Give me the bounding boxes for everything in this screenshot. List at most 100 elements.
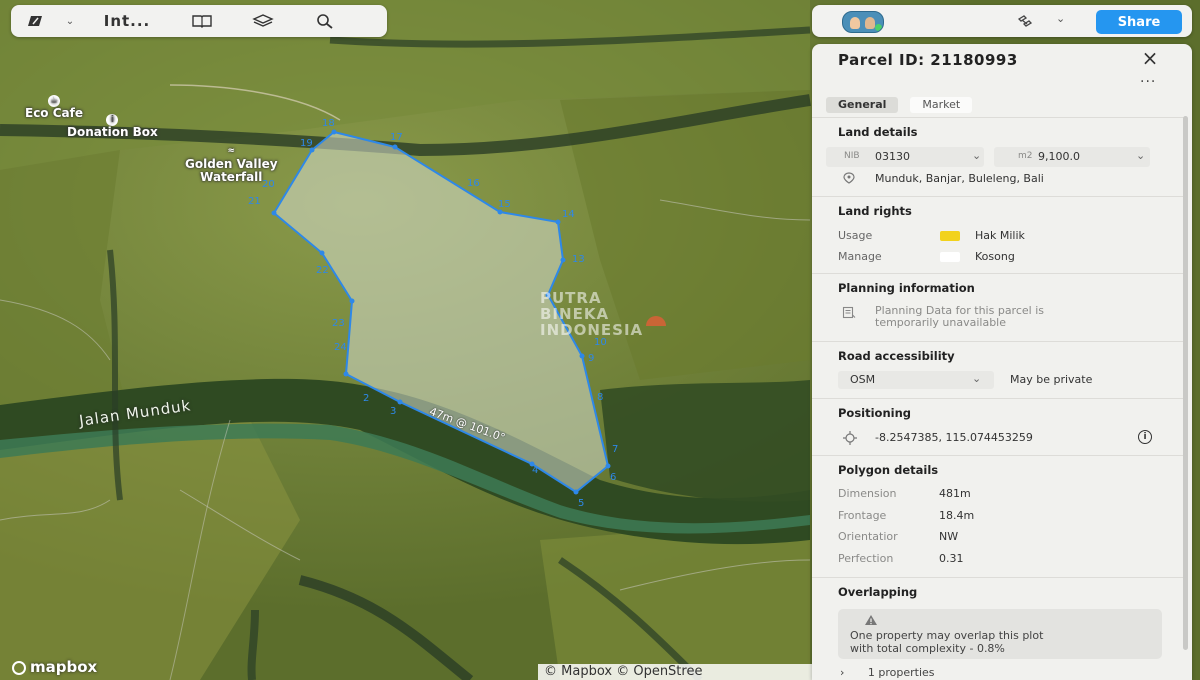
vertex-label: 18 [322, 118, 335, 129]
usage-label: Usage [838, 229, 873, 242]
watermark-text: INDONESIA [540, 321, 644, 339]
area-select[interactable]: m2 9,100.0 ⌄ [994, 147, 1150, 167]
section-heading: Planning information [838, 281, 975, 295]
manage-color-swatch [940, 252, 960, 262]
road-source-value: OSM [850, 373, 876, 386]
section-heading: Land rights [838, 204, 912, 218]
tab-market[interactable]: Market [910, 97, 973, 113]
chevron-down-icon: ⌄ [1136, 149, 1146, 162]
book-icon [192, 15, 212, 28]
library-button[interactable] [173, 5, 231, 37]
document-icon [842, 306, 856, 319]
planning-message-line: temporarily unavailable [875, 316, 1007, 329]
poi-label: Golden Valley Waterfall [185, 157, 278, 184]
layers-icon [252, 14, 274, 27]
planning-message: Planning Data for this parcel is tempora… [875, 305, 1044, 329]
manage-label: Manage [838, 250, 882, 263]
vertex-label: 2 [363, 393, 369, 404]
panel-title: Parcel ID: 21180993 [838, 51, 1018, 69]
overlap-warning-line: with total complexity - 0.8% [850, 642, 1005, 655]
draw-tool-dropdown[interactable]: ⌄ [59, 5, 81, 37]
section-land-rights: Land rights Usage Hak Milik Manage Koson… [812, 196, 1184, 274]
polygon-row-label: Dimension [838, 487, 897, 500]
section-heading: Land details [838, 125, 918, 139]
map-attribution[interactable]: © Mapbox © OpenStree [538, 664, 812, 680]
section-heading: Road accessibility [838, 349, 955, 363]
info-icon: i [106, 113, 119, 126]
parcel-details-panel: Parcel ID: 21180993 × ··· General Market… [812, 44, 1192, 680]
area-unit: m2 [1018, 151, 1033, 161]
polygon-row-value: NW [939, 530, 959, 543]
poi-waterfall[interactable]: ≈ Golden Valley Waterfall [185, 145, 278, 184]
vertex-label: 8 [597, 392, 603, 403]
polygon-row-value: 481m [939, 487, 971, 500]
vertex-label: 24 [334, 342, 347, 353]
location-text: Munduk, Banjar, Buleleng, Bali [875, 172, 1044, 185]
poi-label: Donation Box [67, 125, 158, 139]
mapbox-icon [12, 661, 26, 675]
search-button[interactable] [295, 5, 355, 37]
chevron-right-icon: › [840, 666, 845, 679]
draw-tool-button[interactable] [11, 5, 59, 37]
project-title[interactable]: Int... [81, 5, 173, 37]
section-road-accessibility: Road accessibility OSM ⌄ May be private [812, 341, 1184, 399]
vertex-label: 17 [390, 132, 403, 143]
usage-value: Hak Milik [975, 229, 1025, 242]
usage-color-swatch [940, 231, 960, 241]
poi-donation-box[interactable]: i Donation Box [67, 113, 158, 139]
map-toolbar: ⌄ Int... [11, 5, 387, 37]
overlap-properties-toggle[interactable]: › 1 properties [840, 666, 935, 679]
chevron-down-icon: ⌄ [65, 15, 75, 27]
info-icon: i [1143, 432, 1147, 442]
vertex-label: 19 [300, 138, 313, 149]
info-button[interactable]: i [1138, 430, 1152, 444]
vertex-label: 4 [532, 465, 538, 476]
avatar[interactable] [842, 11, 884, 33]
draw-icon [28, 16, 42, 26]
watermark-text: BINEKA [540, 305, 610, 323]
panel-scrollbar[interactable] [1183, 116, 1188, 650]
nib-select[interactable]: NIB 03130 ⌄ [826, 147, 984, 167]
share-button[interactable]: Share [1096, 10, 1182, 34]
satellite-style-button[interactable] [1016, 13, 1034, 33]
nib-label: NIB [844, 151, 860, 161]
vertex-label: 23 [332, 318, 345, 329]
watermark-text: PUTRA [540, 289, 602, 307]
panel-tabs: General Market [826, 97, 973, 113]
satellite-icon [1017, 15, 1033, 27]
vertex-label: 16 [467, 178, 480, 189]
online-status-icon [875, 24, 882, 31]
section-heading: Polygon details [838, 463, 939, 477]
vertex-label: 9 [588, 353, 594, 364]
close-icon: × [1141, 46, 1159, 70]
mapbox-logo-text: mapbox [30, 658, 98, 676]
chevron-down-icon: ⌄ [1056, 12, 1066, 25]
section-planning-information: Planning information Planning Data for t… [812, 273, 1184, 342]
manage-value: Kosong [975, 250, 1015, 263]
layers-button[interactable] [231, 5, 295, 37]
more-icon: ··· [1140, 74, 1157, 90]
road-source-select[interactable]: OSM ⌄ [838, 371, 994, 389]
warning-icon [865, 615, 877, 625]
top-right-bar: ⌄ Share [812, 5, 1192, 37]
chevron-down-icon: ⌄ [972, 149, 982, 162]
location-pin-icon [843, 172, 855, 184]
cafe-icon: ☕ [48, 94, 60, 107]
close-button[interactable]: × [1140, 48, 1160, 68]
polygon-row-label: Frontage [838, 509, 887, 522]
area-value: 9,100.0 [1038, 150, 1080, 163]
section-positioning: Positioning -8.2547385, 115.074453259 i [812, 398, 1184, 456]
more-options-button[interactable]: ··· [1140, 74, 1156, 90]
coordinates[interactable]: -8.2547385, 115.074453259 [875, 431, 1033, 444]
vertex-label: 15 [498, 199, 511, 210]
vertex-label: 22 [316, 265, 329, 276]
vertex-label: 14 [562, 209, 575, 220]
section-land-details: Land details NIB 03130 ⌄ m2 9,100.0 ⌄ Mu… [812, 117, 1184, 197]
section-heading: Positioning [838, 406, 912, 420]
polygon-row-value: 0.31 [939, 552, 964, 565]
mapbox-logo[interactable]: mapbox [12, 658, 97, 676]
watermark-logo: PUTRA BINEKA INDONESIA [540, 289, 666, 339]
map-style-dropdown[interactable]: ⌄ [1056, 12, 1065, 25]
tab-general[interactable]: General [826, 97, 899, 113]
vertex-label: 3 [390, 406, 396, 417]
